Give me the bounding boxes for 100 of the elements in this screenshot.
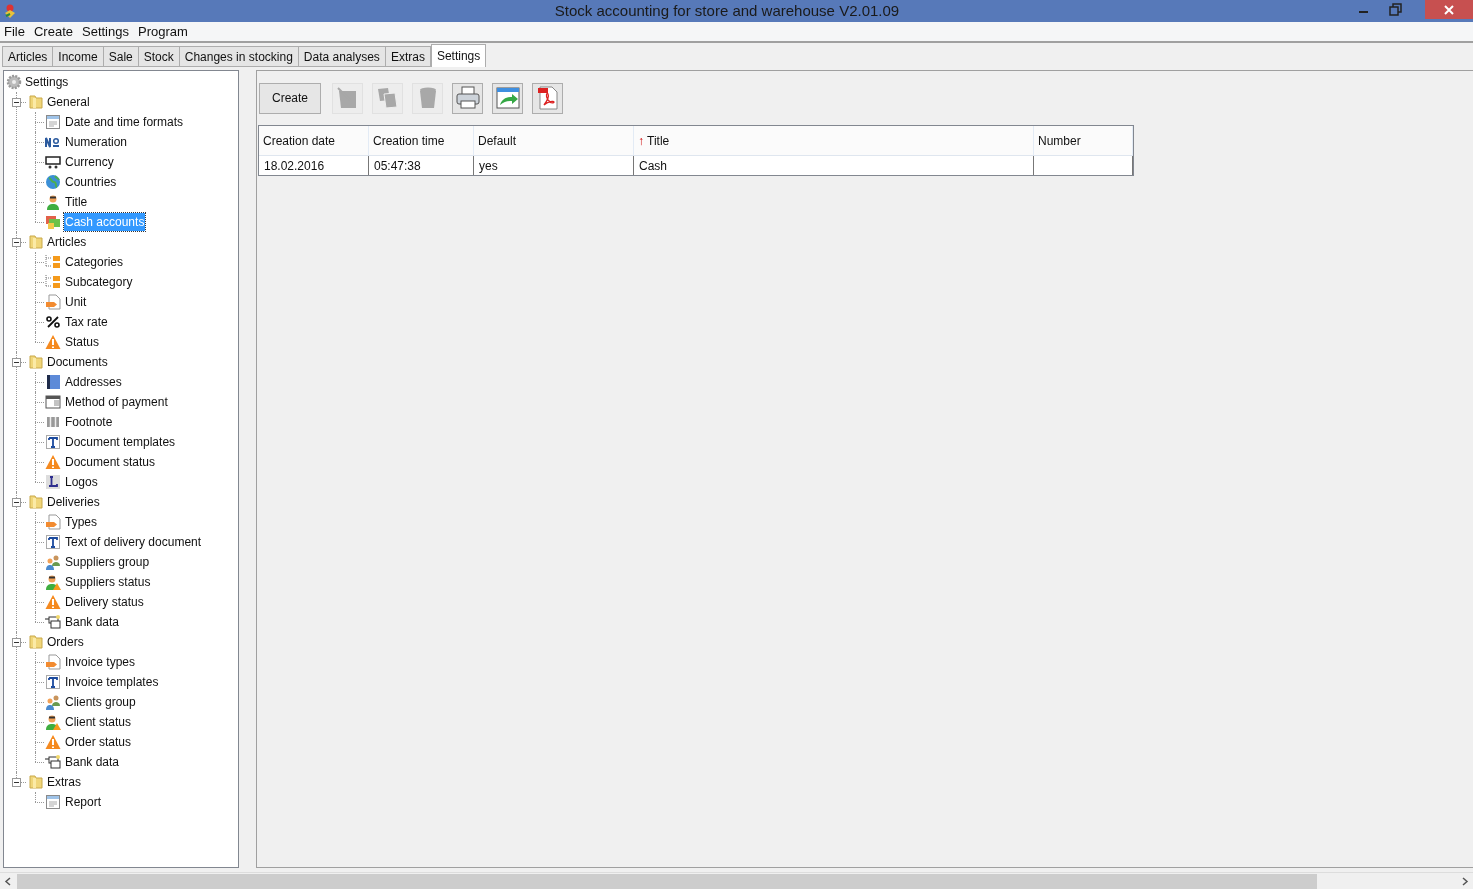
tree-item[interactable]: Footnote — [64, 413, 114, 431]
folder-icon — [28, 94, 44, 110]
people-icon — [45, 694, 61, 710]
tree-item[interactable]: Bank data — [64, 613, 121, 631]
folders-icon — [45, 274, 61, 290]
tree-item[interactable]: Clients group — [64, 693, 137, 711]
book-icon — [45, 374, 61, 390]
folder-icon — [28, 774, 44, 790]
folder-icon — [28, 354, 44, 370]
collapse-icon[interactable] — [12, 777, 21, 787]
column-header[interactable]: Default — [474, 126, 634, 155]
folder-icon — [28, 634, 44, 650]
tree-item[interactable]: Status — [64, 333, 101, 351]
collapse-icon[interactable] — [12, 497, 21, 507]
tree-item[interactable]: Date and time formats — [64, 113, 185, 131]
tree-item[interactable]: Countries — [64, 173, 118, 191]
scrollbar-thumb[interactable] — [17, 873, 1317, 889]
document-tag-icon — [45, 294, 61, 310]
tab[interactable]: Income — [52, 46, 104, 67]
table-cell: yes — [474, 156, 634, 175]
column-title: Number — [1038, 132, 1081, 150]
column-header[interactable]: Creation time — [369, 126, 474, 155]
tree-item[interactable]: Delivery status — [64, 593, 145, 611]
cash-register-icon — [45, 154, 61, 170]
tree-item[interactable]: Currency — [64, 153, 115, 171]
tab[interactable]: Sale — [102, 46, 139, 67]
column-header[interactable]: ↑ Title — [634, 126, 1034, 155]
tab[interactable]: Articles — [2, 46, 54, 67]
collapse-icon[interactable] — [12, 237, 21, 247]
collapse-icon[interactable] — [12, 637, 21, 647]
tab[interactable]: Settings — [430, 44, 487, 67]
tree-item[interactable]: Method of payment — [64, 393, 169, 411]
menu-item[interactable]: Settings — [82, 21, 129, 42]
percent-icon — [45, 314, 61, 330]
table-cell: Cash — [634, 156, 1034, 175]
tree-item[interactable]: Report — [64, 793, 103, 811]
tree-item[interactable]: Numeration — [64, 133, 129, 151]
create-button[interactable]: Create — [259, 82, 321, 114]
tree-item[interactable]: Client status — [64, 713, 133, 731]
tree-item[interactable]: Document status — [64, 453, 157, 471]
tab[interactable]: Changes in stocking — [178, 46, 299, 67]
person-warning-icon — [45, 714, 61, 730]
folders-icon — [45, 254, 61, 270]
tree-item[interactable]: Bank data — [64, 753, 121, 771]
column-header[interactable]: Creation date — [259, 126, 369, 155]
column-title: Creation date — [263, 132, 336, 150]
warning-icon — [45, 734, 61, 750]
tree-item[interactable]: Suppliers status — [64, 573, 152, 591]
tree-item[interactable]: Document templates — [64, 433, 177, 451]
columns-icon — [45, 414, 61, 430]
tree-item[interactable]: Categories — [64, 253, 125, 271]
collapse-icon[interactable] — [12, 357, 21, 367]
person-icon — [45, 194, 61, 210]
tree-item[interactable]: Types — [64, 513, 98, 531]
warning-icon — [45, 594, 61, 610]
tree-item[interactable]: Tax rate — [64, 313, 109, 331]
tree-item[interactable]: Documents — [47, 353, 108, 371]
tree-item[interactable]: Invoice types — [64, 653, 137, 671]
tree-item[interactable]: Invoice templates — [64, 673, 160, 691]
tree-item[interactable]: Text of delivery document — [64, 533, 203, 551]
tree-item[interactable]: Title — [64, 193, 89, 211]
column-title: Creation time — [373, 132, 445, 150]
tree-item[interactable]: Extras — [47, 773, 81, 791]
tab[interactable]: Extras — [384, 46, 431, 67]
menu-item[interactable]: Program — [137, 21, 188, 42]
table-cell: 18.02.2016 — [259, 156, 369, 175]
tab[interactable]: Stock — [137, 46, 180, 67]
tree-item[interactable]: Logos — [64, 473, 99, 491]
collapse-icon[interactable] — [12, 97, 21, 107]
tree-item[interactable]: Order status — [64, 733, 133, 751]
globe-icon — [45, 174, 61, 190]
letter-t-icon — [45, 534, 61, 550]
table-cell: 05:47:38 — [369, 156, 474, 175]
tree-item[interactable]: Orders — [47, 633, 84, 651]
card-stack-icon — [45, 614, 61, 630]
menu-item[interactable]: File — [4, 21, 25, 42]
card-stack-icon — [45, 754, 61, 770]
app-icon — [3, 3, 17, 19]
money-stack-icon — [45, 214, 61, 230]
tree-item[interactable]: Unit — [64, 293, 88, 311]
form-icon — [45, 794, 61, 810]
window-title: Stock accounting for store and warehouse V2.01.09 — [553, 0, 901, 21]
tree-item[interactable]: Settings — [25, 73, 69, 91]
toolbar-button[interactable] — [532, 82, 563, 114]
document-tag-icon — [45, 514, 61, 530]
tree-item[interactable]: Deliveries — [47, 493, 100, 511]
tree-item[interactable]: Addresses — [64, 373, 123, 391]
tree-item[interactable]: Subcategory — [64, 273, 134, 291]
toolbar-button[interactable] — [452, 82, 483, 114]
tree-item[interactable]: General — [47, 93, 90, 111]
warning-icon — [45, 334, 61, 350]
tab[interactable]: Data analyses — [297, 46, 386, 67]
toolbar-button[interactable] — [492, 82, 523, 114]
close-button[interactable] — [1425, 0, 1473, 19]
sort-arrow: ↑ — [638, 132, 644, 150]
menu-item[interactable]: Create — [33, 21, 73, 42]
column-header[interactable]: Number — [1034, 126, 1133, 155]
document-tag-icon — [45, 654, 61, 670]
tree-item[interactable]: Articles — [47, 233, 87, 251]
tree-item[interactable]: Suppliers group — [64, 553, 151, 571]
